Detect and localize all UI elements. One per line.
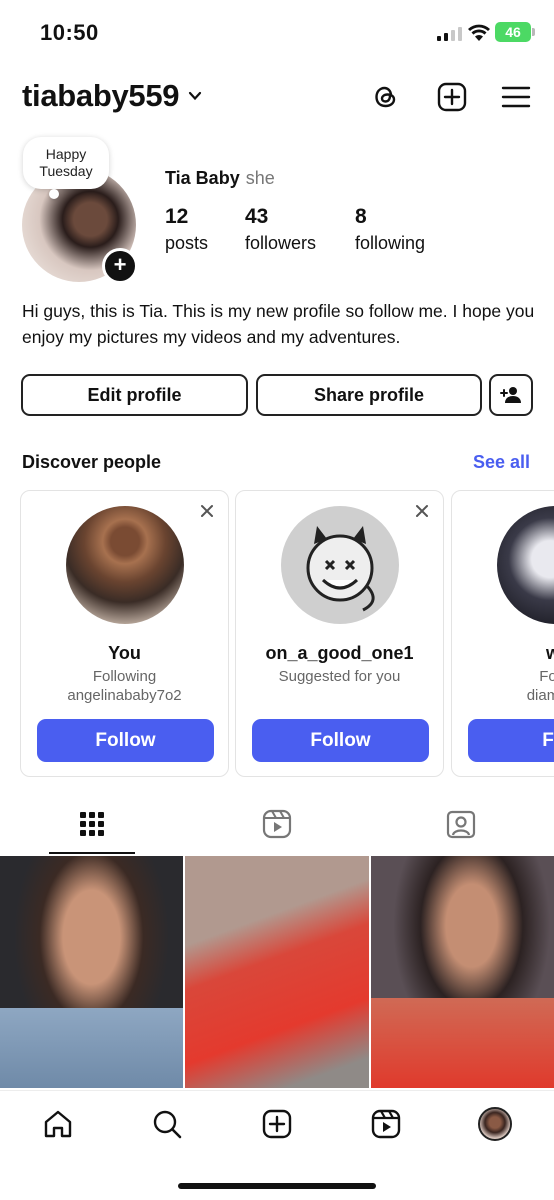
bottom-navigation	[0, 1090, 554, 1200]
stat-value: 12	[165, 205, 189, 228]
wifi-icon	[468, 24, 490, 41]
home-icon	[44, 1110, 72, 1138]
add-story-icon[interactable]: +	[102, 248, 138, 284]
note-tail	[49, 189, 59, 199]
tagged-icon	[446, 810, 476, 839]
chevron-down-icon	[189, 91, 202, 101]
post-thumbnail[interactable]	[371, 856, 554, 1088]
suggestion-avatar[interactable]	[281, 506, 399, 624]
display-name: Tia Baby she	[165, 168, 275, 189]
stat-label: posts	[165, 233, 209, 253]
search-icon	[153, 1110, 182, 1139]
reels-icon	[371, 1109, 401, 1139]
threads-icon[interactable]	[370, 81, 402, 113]
menu-icon[interactable]	[500, 81, 532, 113]
stat-value: 43	[245, 205, 269, 228]
nav-home[interactable]	[40, 1106, 76, 1142]
suggestion-name: on_a_good_one1	[265, 643, 414, 663]
content-tabs	[0, 800, 554, 856]
nav-reels[interactable]	[368, 1106, 404, 1142]
username-switcher[interactable]: tiababy559	[22, 78, 203, 114]
grid-icon	[80, 812, 104, 836]
discover-people-title: Discover people	[22, 452, 162, 472]
stat-value: 8	[355, 205, 367, 228]
suggestion-card[interactable]: You Following angelinababy7o2 Follow	[20, 490, 229, 777]
create-icon	[262, 1109, 292, 1139]
suggestion-name: You	[108, 643, 141, 663]
suggestion-card[interactable]: on_a_good_one1 Suggested for you Follow	[235, 490, 444, 777]
see-all-link[interactable]: See all	[473, 452, 530, 473]
battery-indicator: 46	[495, 22, 535, 42]
suggestion-subtitle: Following	[92, 668, 157, 685]
active-tab-indicator	[49, 852, 135, 854]
status-bar: 10:50 46	[0, 0, 554, 66]
suggestion-carousel[interactable]: You Following angelinababy7o2 Follow on_…	[20, 490, 554, 778]
stat-following[interactable]: 8 following	[355, 205, 425, 254]
discover-people-button[interactable]	[489, 374, 533, 416]
close-icon[interactable]	[199, 503, 215, 519]
tab-reels[interactable]	[259, 806, 295, 842]
follow-button[interactable]: Follow	[37, 719, 214, 762]
edit-profile-button[interactable]: Edit profile	[21, 374, 248, 416]
smiley-devil-icon	[306, 526, 375, 612]
note-bubble[interactable]: Happy Tuesday	[23, 137, 109, 199]
post-image-detail	[371, 998, 554, 1088]
follow-button[interactable]: Fol	[468, 719, 554, 762]
nav-search[interactable]	[149, 1106, 185, 1142]
tab-tagged[interactable]	[443, 806, 479, 842]
close-icon[interactable]	[414, 503, 430, 519]
tab-grid[interactable]	[74, 806, 110, 842]
reels-icon	[262, 809, 292, 839]
suggestion-card[interactable]: wi Follo diamond Fol	[451, 490, 554, 777]
bio: Hi guys, this is Tia. This is my new pro…	[22, 301, 535, 347]
share-profile-button[interactable]: Share profile	[256, 374, 482, 416]
suggestion-avatar[interactable]	[497, 506, 554, 624]
stat-label: following	[355, 233, 426, 253]
stat-posts[interactable]: 12 posts	[165, 205, 208, 254]
username: tiababy559	[22, 78, 180, 113]
profile-header: tiababy559	[0, 76, 554, 120]
follow-button[interactable]: Follow	[252, 719, 429, 762]
nav-profile[interactable]	[477, 1106, 513, 1142]
note-text: Happy Tuesday	[39, 146, 93, 179]
home-indicator	[178, 1183, 376, 1189]
suggestion-subtitle-2: diamond	[526, 687, 554, 704]
create-icon[interactable]	[436, 81, 468, 113]
post-thumbnail[interactable]	[185, 856, 369, 1088]
add-person-icon	[500, 387, 521, 403]
display-name-text: Tia Baby	[165, 168, 240, 188]
suggestion-name: wi	[545, 643, 554, 663]
nav-create[interactable]	[259, 1106, 295, 1142]
profile-actions: Edit profile Share profile	[21, 374, 533, 416]
suggestion-avatar[interactable]	[66, 506, 184, 624]
signal-icon	[437, 27, 462, 41]
profile-avatar	[478, 1107, 512, 1141]
post-thumbnail[interactable]	[0, 856, 183, 1088]
post-grid	[0, 856, 554, 1090]
suggestion-subtitle: Suggested for you	[278, 668, 401, 685]
suggestion-subtitle-2: angelinababy7o2	[67, 687, 182, 704]
pronouns: she	[245, 168, 275, 188]
post-image-detail	[0, 1008, 183, 1088]
stat-label: followers	[245, 233, 317, 253]
status-time: 10:50	[40, 20, 99, 45]
suggestion-subtitle: Follo	[539, 668, 554, 685]
stat-followers[interactable]: 43 followers	[245, 205, 316, 254]
